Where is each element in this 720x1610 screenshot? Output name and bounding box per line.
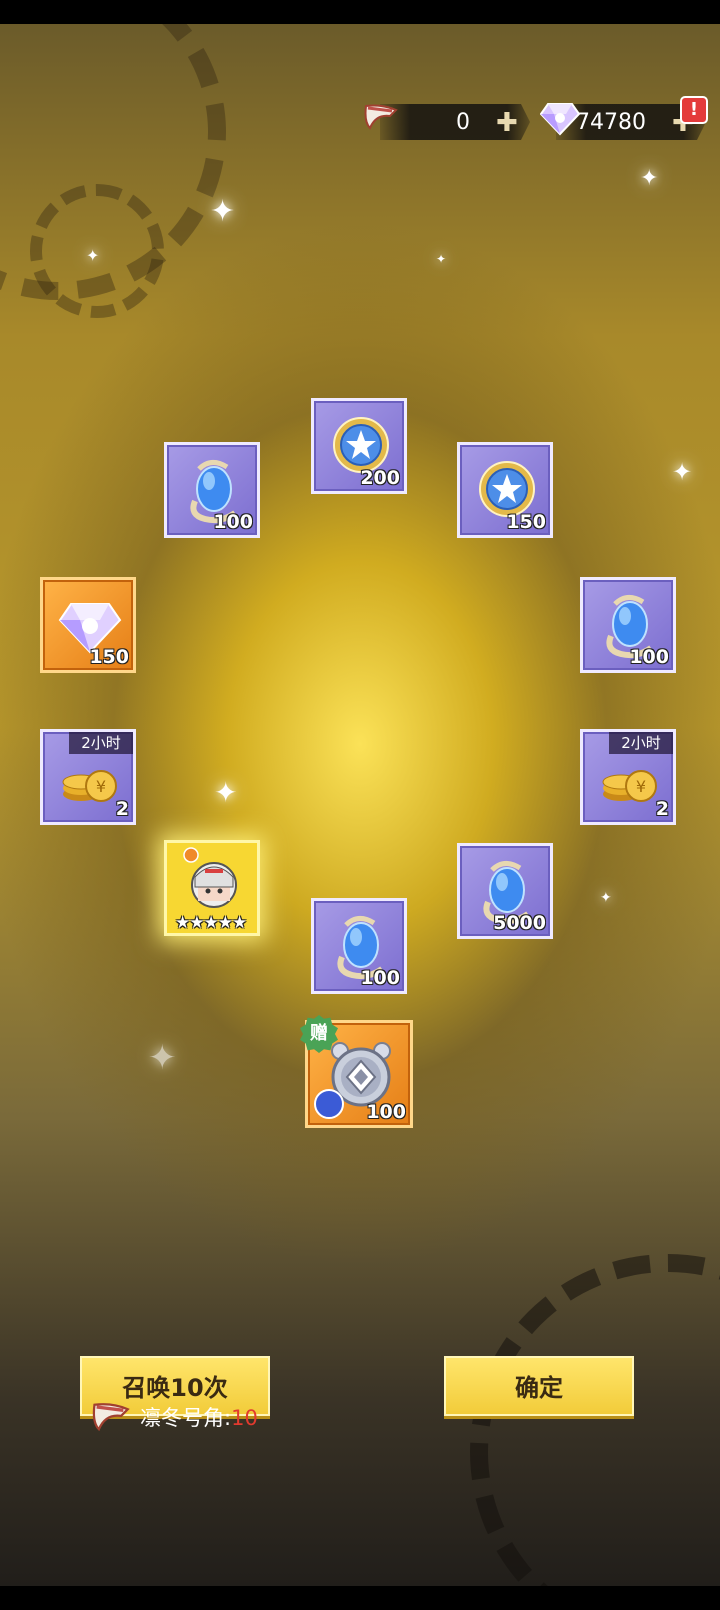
horn-count: 0 (456, 110, 470, 135)
reward-count: 2 (115, 798, 129, 820)
add-horn-button[interactable]: ✚ (496, 108, 518, 138)
reward-tile-bonus-emblem[interactable]: 赠 100 (300, 1015, 413, 1128)
reward-tile-gold-coins[interactable]: 2小时 ¥ 2 (40, 729, 136, 825)
sparkle-icon: ✦ (672, 458, 693, 486)
reward-tile-blue-egg[interactable]: 5000 (457, 843, 553, 939)
sparkle-icon: ✦ (436, 252, 447, 266)
reward-count: 200 (360, 467, 400, 489)
reward-count: 5000 (493, 912, 546, 934)
hero-portrait-icon (183, 847, 237, 908)
confirm-button[interactable]: 确定 (444, 1356, 634, 1416)
cost-label: 凛冬号角:10 (140, 1402, 258, 1432)
reward-count: 100 (366, 1101, 406, 1123)
reward-count: 100 (213, 511, 253, 533)
reward-tile-crystal[interactable]: 150 (40, 577, 136, 673)
horn-icon (364, 104, 398, 130)
crystal-icon (540, 103, 580, 136)
horn-currency-bar: 0 ✚ (380, 104, 530, 140)
reward-tile-star-medal[interactable]: 200 (311, 398, 407, 494)
gold-coins-icon: ¥ (602, 770, 657, 802)
cost-label-text: 凛冬号角: (140, 1406, 232, 1430)
sparkle-icon: ✦ (214, 776, 238, 809)
sparkle-icon: ✦ (640, 166, 659, 191)
sparkle-icon: ✦ (210, 194, 236, 229)
gold-coins-icon: ¥ (62, 770, 117, 802)
navigation-bar (0, 1586, 720, 1610)
alert-badge[interactable]: ! (680, 96, 708, 124)
clock-icon (314, 1089, 344, 1119)
status-bar (0, 0, 720, 24)
horn-icon (92, 1403, 130, 1432)
gear-decoration-icon (470, 1254, 720, 1586)
svg-text:¥: ¥ (636, 777, 646, 796)
hero-stars: ★★★★★ (175, 913, 247, 933)
reward-tile-gold-coins[interactable]: 2小时 ¥ 2 (580, 729, 676, 825)
reward-tile-blue-egg[interactable]: 100 (580, 577, 676, 673)
cost-amount: 10 (231, 1406, 258, 1430)
reward-count: 2 (655, 798, 669, 820)
reward-count: 150 (89, 646, 129, 668)
sparkle-icon: ✦ (86, 246, 100, 265)
reward-tile-blue-egg[interactable]: 100 (164, 442, 260, 538)
svg-text:¥: ¥ (96, 777, 106, 796)
sparkle-icon: ✦ (600, 890, 612, 906)
reward-tile-hero[interactable]: ★★★★★ (164, 840, 260, 936)
reward-count: 100 (629, 646, 669, 668)
sparkle-icon: ✦ (148, 1038, 177, 1078)
reward-count: 100 (360, 967, 400, 989)
reward-count: 150 (506, 511, 546, 533)
reward-tile-star-medal[interactable]: 150 (457, 442, 553, 538)
reward-tile-blue-egg[interactable]: 100 (311, 898, 407, 994)
